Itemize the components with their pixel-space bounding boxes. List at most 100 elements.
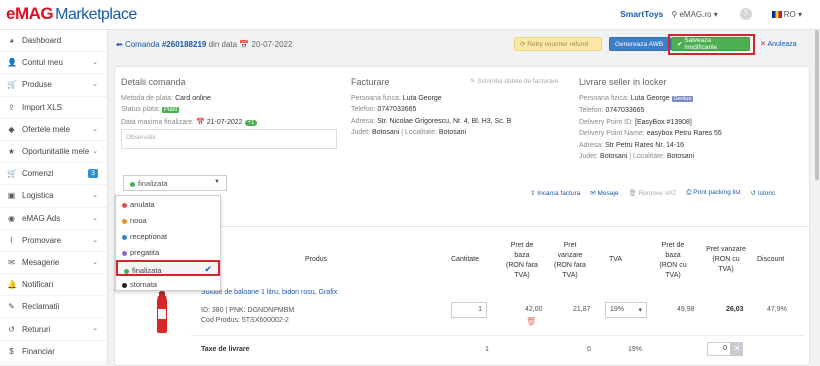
sidebar-item[interactable]: ⇪ Import XLS: [0, 97, 107, 119]
status-option[interactable]: noua: [116, 212, 220, 228]
location-selector[interactable]: ⚲ eMAG.ro ▾: [671, 10, 717, 19]
dp-name-label: Delivery Point Name:: [579, 130, 645, 137]
header-line: baza: [665, 252, 681, 259]
chevron-down-icon: ⌄: [92, 192, 98, 200]
deadline-label: Data maxima finalizare:: [121, 118, 195, 126]
cancel-button[interactable]: ✕ Anuleaza: [760, 40, 797, 48]
observatii-textarea[interactable]: Observatii: [121, 129, 337, 149]
help-icon[interactable]: ?: [739, 8, 752, 20]
header-line: baza: [514, 252, 530, 259]
locker-phone-label: Telefon:: [579, 107, 604, 114]
billing-address: Str. Nicolae Grigorescu, Nr. 4, Bl. H3, …: [377, 117, 512, 125]
status-option-label: receptionat: [130, 232, 168, 241]
save-button[interactable]: ✔ Salveaza modificarile: [671, 37, 750, 51]
locker-county-label: Judet:: [579, 153, 599, 160]
return-icon: ↺: [8, 324, 15, 334]
sidebar-item-label: Oportunitatile mele: [22, 147, 90, 157]
locker-city: Botosani: [666, 153, 695, 160]
shipping-fee-input[interactable]: 0: [707, 342, 731, 356]
tva-select[interactable]: 19% ▾: [605, 302, 647, 318]
locker-county: Botosani: [600, 153, 628, 160]
back-link[interactable]: ⬅ Comanda #260188219 din data 📅 20-07-20…: [116, 40, 292, 49]
delete-product-icon[interactable]: 🗑: [526, 317, 536, 326]
chevron-down-icon: ⌄: [92, 81, 98, 89]
sale-price: 21,87: [573, 306, 591, 313]
retry-label: Retry voucher refund: [527, 40, 588, 48]
sidebar-item[interactable]: 🛒 Comenzi 3: [0, 163, 107, 186]
sidebar-item[interactable]: ◉ eMAG Ads ⌄: [0, 208, 107, 230]
history-button[interactable]: ↺ Istoric: [751, 189, 776, 197]
sidebar-item[interactable]: ◕ Dashboard: [0, 30, 107, 53]
sidebar-item-label: Promovare: [22, 235, 62, 245]
remove-vat-button[interactable]: 🗑 Remove VAT: [629, 189, 677, 197]
chevron-down-icon: ▾: [713, 9, 718, 19]
generate-awb-button[interactable]: Genereaza AWB: [609, 37, 671, 51]
shop-name[interactable]: SmartToys: [620, 9, 663, 19]
scrollbar-thumb[interactable]: [815, 30, 819, 180]
billing-county-label: Judet:: [351, 129, 371, 136]
quantity-input[interactable]: 1: [451, 302, 487, 318]
chevron-down-icon: ⌄: [92, 125, 98, 133]
mail-icon: ✉: [8, 257, 15, 267]
location-label: eMAG.ro: [679, 9, 712, 19]
product-name-link[interactable]: Solutie de baloane 1 litru, bidon rosu, …: [201, 289, 337, 296]
details-column: Detalii comanda Metoda de plata: Card on…: [121, 77, 351, 129]
sidebar-item[interactable]: 👤 Contul meu ⌄: [0, 52, 107, 75]
chat-icon: ✎: [8, 302, 15, 312]
product-code: Cod Produs: 5TSX600002-2: [201, 317, 289, 324]
sidebar-item[interactable]: ✉ Mesagerie ⌄: [0, 252, 107, 275]
sidebar-item-label: Retururi: [22, 324, 51, 334]
billing-address-label: Adresa:: [351, 117, 376, 125]
arrow-left-icon: ⬅: [116, 40, 123, 49]
print-packing-button[interactable]: ⎙ Print packing list: [686, 189, 740, 197]
sidebar-item[interactable]: 🛒 Produse ⌄: [0, 74, 107, 97]
header-line: TVA): [514, 272, 530, 279]
upload-invoice-button[interactable]: ⇪ Incarca factura: [530, 189, 580, 197]
chevron-down-icon: ⌄: [92, 214, 98, 222]
sidebar-item-label: eMAG Ads: [22, 213, 61, 223]
scrollbar[interactable]: [814, 30, 820, 364]
change-billing-link[interactable]: ✎ Schimba datele de facturare: [470, 77, 559, 85]
sidebar-item[interactable]: ◆ Ofertele mele ⌄: [0, 119, 107, 141]
sidebar-item[interactable]: ▣ Logistica ⌄: [0, 185, 107, 208]
language-selector[interactable]: RO ▾: [771, 10, 802, 19]
sidebar-item[interactable]: ✎ Reclamatii: [0, 296, 107, 319]
sidebar-item[interactable]: 🔔 Notificari: [0, 274, 107, 297]
remove-vat-label: Remove VAT: [638, 190, 677, 197]
col-header-sale-price: Pret vanzare (RON fara TVA): [548, 241, 592, 281]
refresh-icon: ⟳: [520, 41, 528, 48]
tag-icon: ◆: [8, 124, 15, 134]
change-billing-label: Schimba datele de facturare: [477, 78, 559, 85]
sidebar-item[interactable]: ★ Oportunitatile mele ⌄: [0, 141, 107, 164]
sidebar-item[interactable]: $ Financiar: [0, 341, 107, 363]
status-option[interactable]: pregatita: [116, 244, 220, 260]
date-prefix: din data: [208, 40, 238, 49]
status-label: Status plata:: [121, 106, 160, 113]
dp-id: [EasyBox #13908]: [635, 118, 692, 126]
locker-city-label: Localitate:: [633, 153, 665, 160]
clear-shipping-icon[interactable]: ✕: [731, 342, 743, 356]
status-select[interactable]: finalizata ▼: [123, 175, 227, 191]
payment-label: Metoda de plata:: [121, 94, 174, 102]
status-option[interactable]: stornata: [116, 276, 220, 292]
status-option[interactable]: anulata: [116, 196, 220, 212]
status-option[interactable]: receptionat: [116, 228, 220, 244]
base-price: 42,00: [525, 306, 543, 313]
emag-logo[interactable]: eMAG Marketplace: [6, 4, 137, 24]
print-packing-label: Print packing list: [693, 189, 741, 196]
details-title: Detalii comanda: [121, 77, 186, 87]
col-header-sale-price-vat: Pret vanzare (RON cu TVA): [700, 245, 752, 275]
sidebar-item-label: Produse: [22, 80, 52, 90]
messages-button[interactable]: ✉ Mesaje: [590, 189, 618, 197]
sidebar-item[interactable]: ⌇ Promovare ⌄: [0, 230, 107, 252]
locker-column: Livrare seller in locker Persoana fizica…: [579, 77, 809, 163]
cancel-label: Anuleaza: [767, 41, 797, 48]
sidebar-item-label: Reclamatii: [22, 302, 60, 312]
sidebar: ◕ Dashboard 👤 Contul meu ⌄ 🛒 Produse ⌄ ⇪ Import X…: [0, 30, 108, 364]
sidebar-item[interactable]: ↺ Retururi ⌄: [0, 318, 107, 341]
retry-voucher-button[interactable]: ⟳ Retry voucher refund: [514, 37, 602, 51]
chevron-down-icon: ⌄: [92, 59, 98, 67]
status-option[interactable]: finalizata ✔: [116, 260, 220, 276]
billing-city-label: Localitate:: [405, 129, 437, 136]
chevron-down-icon: ⌄: [92, 258, 98, 266]
